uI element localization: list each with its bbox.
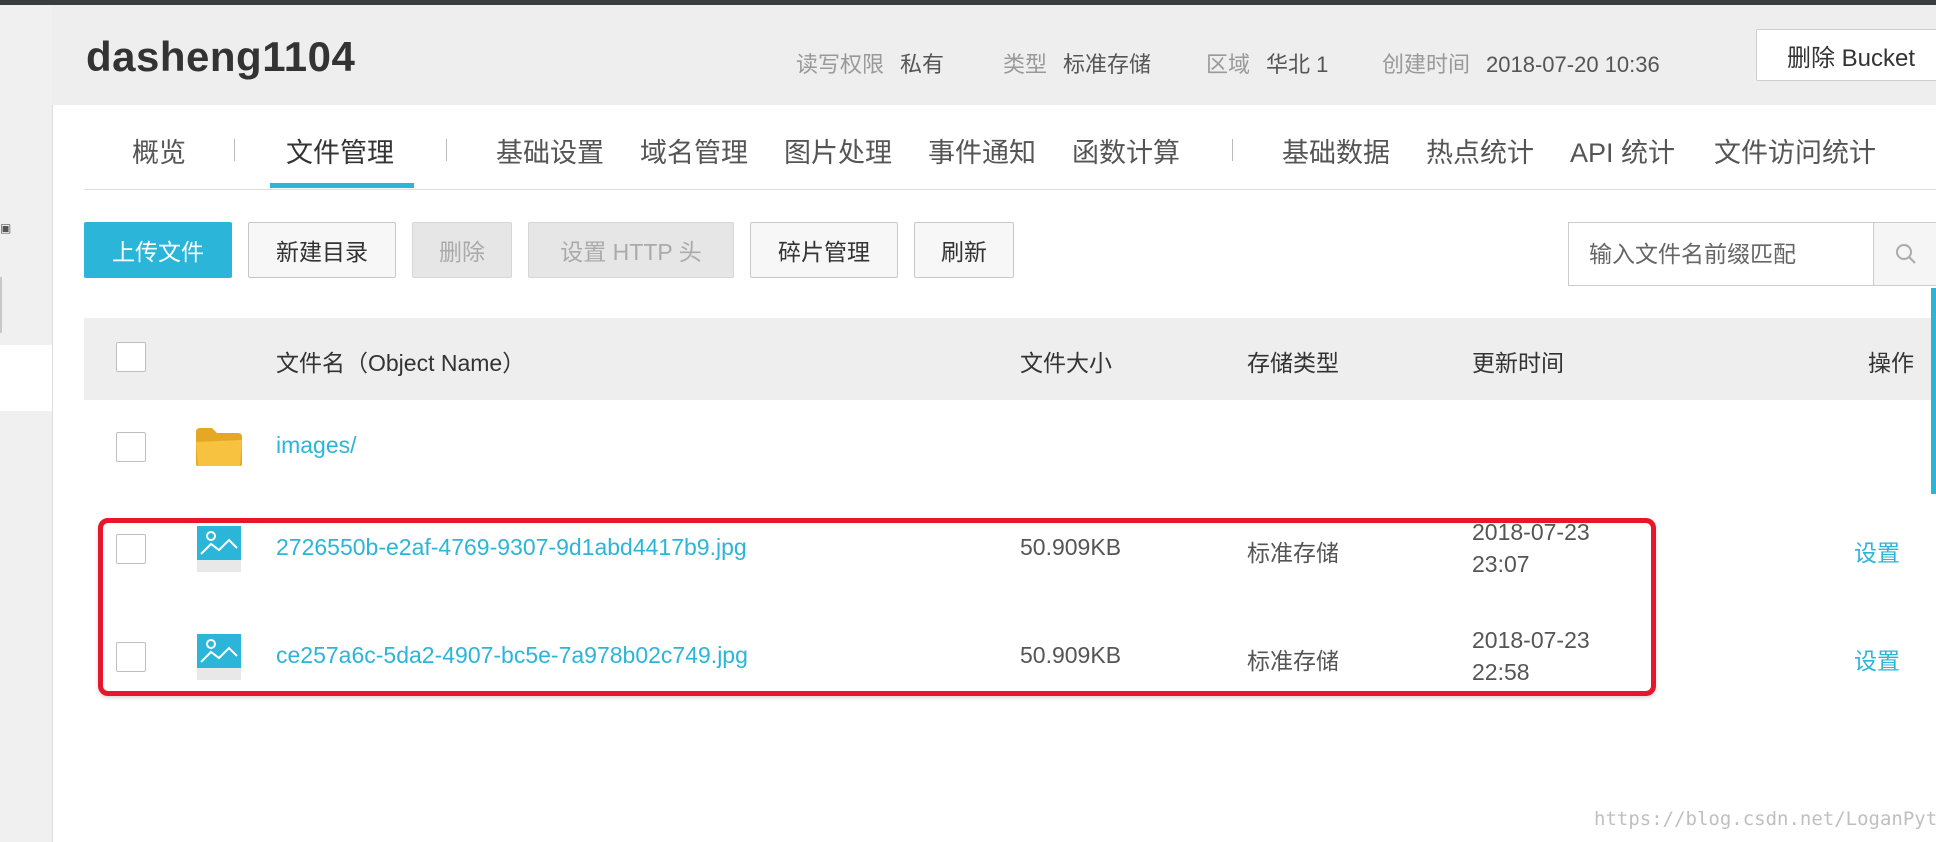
meta-value: 华北 1 [1266,52,1329,77]
sidebar-active-item[interactable] [0,345,52,411]
meta-created: 创建时间 2018-07-20 10:36 [1382,47,1660,79]
refresh-button[interactable]: 刷新 [914,222,1014,278]
tab-file-access-stats[interactable]: 文件访问统计 [1714,131,1876,170]
left-sidebar-collapsed: ▣ [0,5,53,842]
sidebar-scroll-indicator [0,277,2,333]
folder-link[interactable]: images/ [276,432,357,459]
tab-file-management[interactable]: 文件管理 [286,131,394,170]
table-row: images/ [84,400,1936,500]
column-header-updated: 更新时间 [1472,350,1564,376]
bucket-header: dasheng1104 读写权限 私有 类型 标准存储 区域 华北 1 创建时间 201… [52,5,1936,105]
prefix-search-input[interactable] [1569,223,1873,285]
tab-basic-data[interactable]: 基础数据 [1282,131,1390,170]
upload-file-button[interactable]: 上传文件 [84,222,232,278]
annotation-highlight-box [98,518,1656,696]
tab-basic-settings[interactable]: 基础设置 [496,131,604,170]
tab-function-compute[interactable]: 函数计算 [1072,131,1180,170]
meta-key: 类型 [1003,52,1048,77]
search-icon [1896,244,1916,264]
meta-key: 读写权限 [796,52,885,77]
bucket-name: dasheng1104 [86,33,356,80]
tab-api-stats[interactable]: API 统计 [1570,131,1675,170]
search-button[interactable] [1873,223,1936,285]
column-header-storage: 存储类型 [1247,350,1339,376]
meta-value: 2018-07-20 10:36 [1486,52,1660,77]
tab-overview[interactable]: 概览 [132,131,186,170]
prefix-search [1568,222,1936,286]
select-all-checkbox[interactable] [116,342,146,372]
tab-divider [446,139,447,161]
column-header-name: 文件名（Object Name） [276,350,526,376]
meta-value: 标准存储 [1063,52,1152,77]
nav-icon[interactable]: ▣ [0,221,11,235]
delete-button[interactable]: 删除 [412,222,512,278]
column-header-size: 文件大小 [1020,350,1112,376]
tab-divider [234,139,235,161]
folder-icon [196,428,242,466]
meta-permission: 读写权限 私有 [796,47,944,79]
meta-value: 私有 [900,52,945,77]
active-tab-indicator [270,183,414,188]
bucket-tabs: 概览 文件管理 基础设置 域名管理 图片处理 事件通知 函数计算 基础数据 热点… [84,105,1936,190]
fragment-management-button[interactable]: 碎片管理 [750,222,898,278]
watermark: https://blog.csdn.net/LoganPython [1594,808,1936,830]
tab-hotspot-stats[interactable]: 热点统计 [1426,131,1534,170]
settings-link[interactable]: 设置 [1854,642,1900,676]
meta-region: 区域 华北 1 [1206,47,1328,79]
column-header-action: 操作 [1868,350,1914,376]
meta-key: 区域 [1206,52,1251,77]
tab-divider [1232,139,1233,161]
meta-key: 创建时间 [1382,52,1471,77]
file-table-header: 文件名（Object Name） 文件大小 存储类型 更新时间 操作 [84,318,1936,400]
new-directory-button[interactable]: 新建目录 [248,222,396,278]
settings-link[interactable]: 设置 [1854,534,1900,568]
delete-bucket-button[interactable]: 删除 Bucket [1756,29,1936,81]
row-checkbox[interactable] [116,432,146,462]
vertical-scrollbar[interactable] [1931,288,1936,494]
tab-image-processing[interactable]: 图片处理 [784,131,892,170]
meta-type: 类型 标准存储 [1003,47,1151,79]
tab-domain-management[interactable]: 域名管理 [640,131,748,170]
tab-event-notification[interactable]: 事件通知 [928,131,1036,170]
set-http-header-button[interactable]: 设置 HTTP 头 [528,222,734,278]
